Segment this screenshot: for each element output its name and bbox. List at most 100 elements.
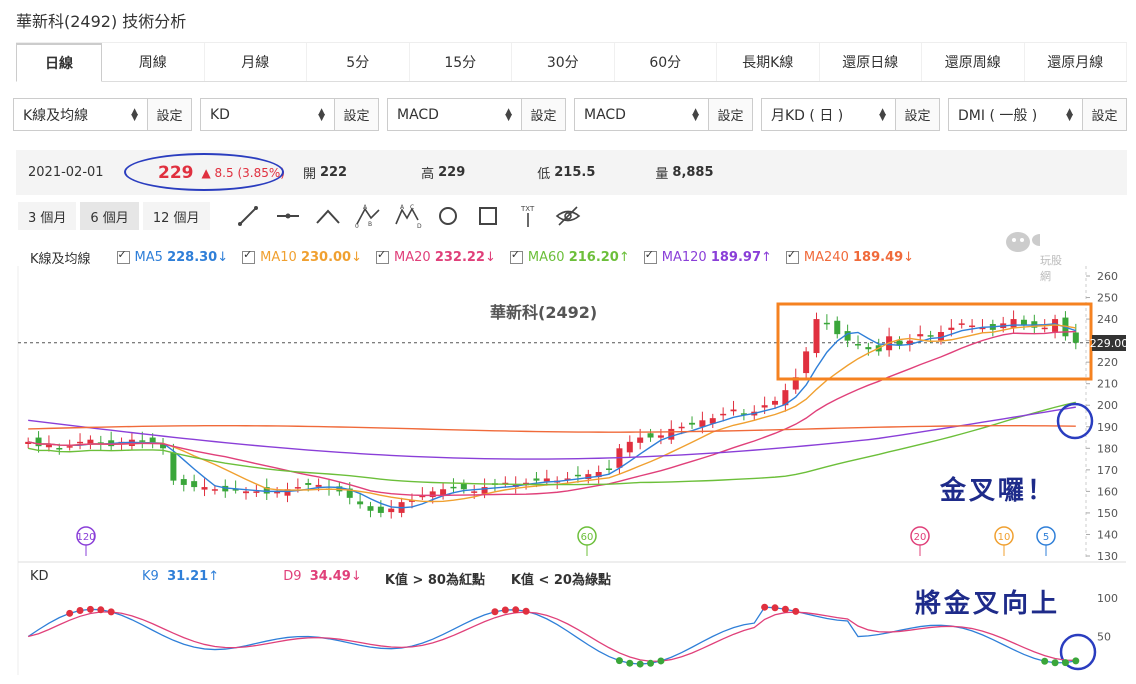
kd-oversold-dot: [615, 657, 623, 665]
k-value: 31.21: [167, 569, 209, 584]
candle-body: [689, 422, 696, 425]
candle-body: [139, 440, 146, 442]
candle-body: [1010, 319, 1017, 328]
kd-note-green: K值 < 20為綠點: [510, 573, 611, 588]
kd-overbought-dot: [792, 607, 800, 615]
y-tick-label: 250: [1097, 292, 1118, 305]
d-label: D9: [283, 569, 302, 584]
candle-body: [896, 340, 903, 345]
kd-title: KD: [30, 569, 49, 584]
candle-body: [533, 478, 540, 481]
y-tick-label: 260: [1097, 270, 1118, 283]
golden-cross-annotation: 金叉囉！: [940, 476, 1057, 506]
kd-overbought-dot: [771, 604, 779, 612]
ma-marker-label: 10: [998, 532, 1011, 543]
y-tick-label: 240: [1097, 313, 1118, 326]
candle-body: [958, 323, 965, 325]
ma-marker-label: 20: [914, 532, 927, 543]
candle-body: [668, 428, 675, 440]
candle-body: [647, 433, 654, 438]
candle-body: [1041, 327, 1048, 330]
candle-body: [969, 325, 976, 328]
kd-overbought-dot: [781, 605, 789, 613]
candle-body: [305, 483, 312, 485]
y-tick-label: 170: [1097, 464, 1118, 477]
y-tick-label: 180: [1097, 442, 1118, 455]
candle-body: [201, 487, 208, 490]
kd-oversold-dot: [636, 660, 644, 668]
ma60-line: [28, 401, 1076, 486]
k-label: K9: [142, 569, 159, 584]
candle-body: [834, 320, 841, 335]
candle-body: [606, 468, 613, 470]
kd-overbought-dot: [86, 605, 94, 613]
y-tick-label: 150: [1097, 507, 1118, 520]
kd-tick-label: 50: [1097, 631, 1111, 644]
kd-tick-label: 100: [1097, 592, 1118, 605]
ma-marker-label: 120: [76, 532, 95, 543]
candle-body: [357, 501, 364, 505]
y-tick-label: 200: [1097, 399, 1118, 412]
candle-body: [626, 441, 633, 453]
candle-body: [471, 491, 478, 493]
candle-body: [543, 478, 550, 482]
kd-overbought-dot: [107, 608, 115, 616]
kd-overbought-dot: [491, 608, 499, 616]
ma-marker-label: 5: [1043, 532, 1049, 543]
candle-body: [180, 479, 187, 485]
candle-body: [66, 446, 73, 448]
current-price-tag: 229.00: [1089, 335, 1129, 351]
y-tick-label: 190: [1097, 421, 1118, 434]
candle-body: [315, 484, 322, 487]
candle-body: [450, 486, 457, 489]
y-tick-label: 210: [1097, 378, 1118, 391]
candle-body: [211, 489, 218, 491]
candle-body: [35, 437, 42, 447]
candle-body: [823, 322, 830, 325]
candle-body: [678, 426, 685, 429]
candle-body: [730, 409, 737, 412]
y-tick-label: 160: [1097, 485, 1118, 498]
candle-body: [803, 351, 810, 374]
candle-body: [1072, 332, 1079, 343]
candle-body: [637, 437, 644, 443]
kd-overbought-dot: [66, 609, 74, 617]
candle-body: [927, 335, 934, 337]
candle-body: [294, 487, 301, 489]
kd-overbought-dot: [512, 606, 520, 614]
candle-body: [56, 447, 63, 450]
candle-body: [854, 344, 861, 346]
kd-overbought-dot: [522, 607, 530, 615]
kd-overbought-dot: [76, 606, 84, 614]
candle-body: [937, 332, 944, 341]
candle-body: [948, 327, 955, 330]
ma10-line: [28, 324, 1076, 503]
ma-marker-label: 60: [581, 532, 594, 543]
candle-body: [388, 508, 395, 513]
kd-legend: KD K9 31.21 ↑ D9 34.49 ↓ K值 > 80為紅點 K值 < 2…: [30, 569, 611, 588]
y-tick-label: 140: [1097, 528, 1118, 541]
kd-oversold-dot: [1072, 657, 1080, 665]
candle-body: [865, 347, 872, 350]
candle-body: [761, 405, 768, 408]
candle-body: [574, 474, 581, 477]
about-to-cross-annotation: 將金叉向上: [915, 589, 1061, 619]
kd-note-red: K值 > 80為紅點: [384, 573, 485, 588]
y-tick-label: 220: [1097, 356, 1118, 369]
candle-body: [191, 481, 198, 488]
kd-oversold-dot: [1061, 659, 1069, 667]
candle-body: [657, 435, 664, 438]
y-tick-label: 130: [1097, 550, 1118, 563]
kd-oversold-dot: [647, 659, 655, 667]
kd-overbought-dot: [97, 606, 105, 614]
candle-body: [772, 400, 779, 405]
candle-body: [460, 483, 467, 490]
d-value: 34.49: [309, 569, 351, 584]
kd-oversold-dot: [1051, 659, 1059, 667]
candle-body: [813, 319, 820, 354]
candle-body: [917, 334, 924, 337]
kd-overbought-dot: [501, 606, 509, 614]
kd-oversold-dot: [657, 657, 665, 665]
ma240-line: [28, 424, 1076, 433]
candle-body: [170, 452, 177, 481]
